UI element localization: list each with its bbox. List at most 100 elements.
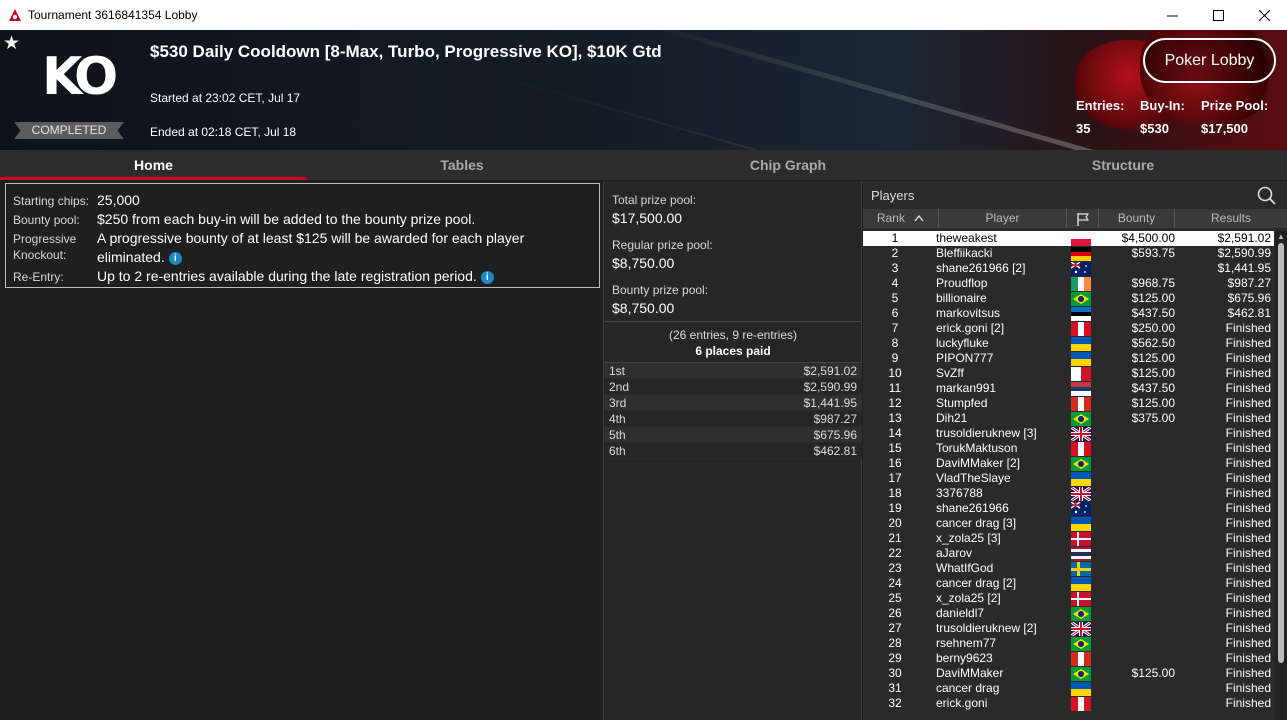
player-name: trusoldieruknew [3] (936, 426, 1037, 440)
player-row[interactable]: 11 markan991 $437.50 Finished (863, 381, 1274, 396)
tab-tables[interactable]: Tables (307, 150, 617, 180)
player-row[interactable]: 28 rsehnem77 Finished (863, 636, 1274, 651)
player-row[interactable]: 3 shane261966 [2] $1,441.95 (863, 261, 1274, 276)
player-row[interactable]: 5 billionaire $125.00 $675.96 (863, 291, 1274, 306)
tournament-info-box: Starting chips: 25,000 Bounty pool: $250… (5, 183, 600, 288)
entries-label: Entries: (1076, 98, 1125, 113)
player-row[interactable]: 8 luckyfluke $562.50 Finished (863, 336, 1274, 351)
bounty-pool-value: $250 from each buy-in will be added to t… (97, 211, 476, 227)
player-row[interactable]: 25 x_zola25 [2] Finished (863, 591, 1274, 606)
tab-chip-graph[interactable]: Chip Graph (617, 150, 959, 180)
player-name: markan991 (936, 381, 997, 395)
reentry-text: Up to 2 re-entries available during the … (97, 268, 477, 284)
player-name: cancer drag [3] (936, 516, 1017, 530)
player-row[interactable]: 29 berny9623 Finished (863, 651, 1274, 666)
tab-structure[interactable]: Structure (959, 150, 1287, 180)
player-row[interactable]: 18 3376788 Finished (863, 486, 1274, 501)
player-row[interactable]: 2 Bleffiikacki $593.75 $2,590.99 (863, 246, 1274, 261)
player-row[interactable]: 23 WhatIfGod Finished (863, 561, 1274, 576)
prizepool-value: $17,500 (1201, 121, 1248, 136)
scroll-up-icon[interactable]: ▲ (1277, 232, 1285, 241)
player-row[interactable]: 12 Stumpfed $125.00 Finished (863, 396, 1274, 411)
player-row[interactable]: 17 VladTheSlaye Finished (863, 471, 1274, 486)
player-row[interactable]: 27 trusoldieruknew [2] Finished (863, 621, 1274, 636)
buyin-label: Buy-In: (1140, 98, 1185, 113)
player-result: Finished (1225, 516, 1271, 530)
player-rank: 22 (888, 546, 902, 560)
favorite-star-icon[interactable]: ★ (3, 32, 20, 55)
poker-lobby-button[interactable]: Poker Lobby (1143, 38, 1276, 83)
payout-row: 1st $2,591.02 (604, 363, 862, 379)
player-name: DaviMMaker (936, 666, 1004, 680)
country-flag-icon (1071, 592, 1091, 606)
scrollbar-thumb[interactable] (1278, 243, 1284, 663)
player-result: Finished (1225, 396, 1271, 410)
info-icon[interactable]: i (168, 252, 182, 265)
player-result: Finished (1225, 681, 1271, 695)
total-prize-pool-label: Total prize pool: (612, 193, 697, 207)
maximize-button[interactable] (1195, 0, 1241, 30)
player-name: x_zola25 [3] (936, 531, 1001, 545)
player-row[interactable]: 1 theweakest $4,500.00 $2,591.02 (863, 231, 1274, 246)
player-row[interactable]: 30 DaviMMaker $125.00 Finished (863, 666, 1274, 681)
player-row[interactable]: 7 erick.goni [2] $250.00 Finished (863, 321, 1274, 336)
player-bounty: $125.00 (1131, 396, 1175, 410)
reentry-value: Up to 2 re-entries available during the … (97, 267, 557, 286)
player-row[interactable]: 26 danieldl7 Finished (863, 606, 1274, 621)
player-name: Stumpfed (936, 396, 988, 410)
players-scrollbar[interactable]: ▲ (1275, 231, 1287, 720)
player-row[interactable]: 16 DaviMMaker [2] Finished (863, 456, 1274, 471)
player-row[interactable]: 19 shane261966 Finished (863, 501, 1274, 516)
payout-place: 4th (609, 412, 626, 426)
minimize-button[interactable] (1149, 0, 1195, 30)
player-name: VladTheSlaye (936, 471, 1011, 485)
reentry-label: Re-Entry: (13, 270, 64, 284)
payout-table: 1st $2,591.02 2nd $2,590.99 3rd $1,441.95 4th $… (604, 362, 862, 459)
flag-column-header[interactable] (1067, 209, 1099, 228)
player-row[interactable]: 13 Dih21 $375.00 Finished (863, 411, 1274, 426)
payout-place: 1st (609, 364, 626, 378)
tournament-header: ★ KO COMPLETED $530 Daily Cooldown [8-Ma… (0, 30, 1287, 150)
player-rank: 8 (891, 336, 899, 350)
player-row[interactable]: 22 aJarov Finished (863, 546, 1274, 561)
country-flag-icon (1071, 487, 1091, 501)
close-button[interactable] (1241, 0, 1287, 30)
country-flag-icon (1071, 682, 1091, 696)
player-rank: 26 (888, 606, 902, 620)
rank-column-header[interactable]: Rank (863, 209, 939, 228)
player-row[interactable]: 31 cancer drag Finished (863, 681, 1274, 696)
entries-value: 35 (1076, 121, 1091, 136)
country-flag-icon (1071, 397, 1092, 411)
player-bounty: $375.00 (1131, 411, 1175, 425)
player-row[interactable]: 15 TorukMaktuson Finished (863, 441, 1274, 456)
search-icon[interactable] (1257, 186, 1277, 206)
player-row[interactable]: 4 Proudflop $968.75 $987.27 (863, 276, 1274, 291)
player-result: Finished (1225, 351, 1271, 365)
player-result: Finished (1225, 696, 1271, 710)
info-icon[interactable]: i (480, 271, 494, 284)
player-rank: 5 (891, 291, 899, 305)
results-column-header[interactable]: Results (1175, 209, 1287, 228)
country-flag-icon (1071, 247, 1091, 261)
tab-home[interactable]: Home (0, 150, 307, 180)
player-row[interactable]: 21 x_zola25 [3] Finished (863, 531, 1274, 546)
bounty-column-header[interactable]: Bounty (1099, 209, 1175, 228)
player-row[interactable]: 9 PIPON777 $125.00 Finished (863, 351, 1274, 366)
entries-summary: (26 entries, 9 re-entries) 6 places paid (604, 321, 862, 361)
player-row[interactable]: 10 SvZff $125.00 Finished (863, 366, 1274, 381)
player-result: $2,591.02 (1217, 231, 1271, 245)
player-column-header[interactable]: Player (939, 209, 1067, 228)
player-result: Finished (1225, 576, 1271, 590)
player-row[interactable]: 32 erick.goni Finished (863, 696, 1274, 711)
country-flag-icon (1071, 577, 1091, 591)
player-rank: 12 (888, 396, 902, 410)
tab-bar: Home Tables Chip Graph Structure (0, 150, 1287, 180)
player-name: luckyfluke (936, 336, 989, 350)
progressive-knockout-label: Progressive Knockout: (13, 232, 77, 262)
player-result: $675.96 (1227, 291, 1271, 305)
player-row[interactable]: 24 cancer drag [2] Finished (863, 576, 1274, 591)
payout-amount: $2,591.02 (803, 364, 857, 378)
player-row[interactable]: 14 trusoldieruknew [3] Finished (863, 426, 1274, 441)
player-row[interactable]: 20 cancer drag [3] Finished (863, 516, 1274, 531)
player-row[interactable]: 6 markovitsus $437.50 $462.81 (863, 306, 1274, 321)
